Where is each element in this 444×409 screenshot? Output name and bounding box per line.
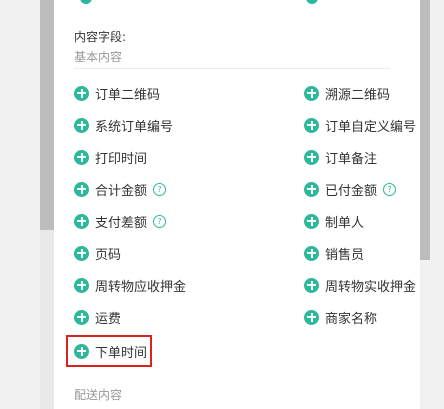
field-label: 打印时间 [95,151,148,167]
section-subtitle: 基本内容 [74,50,123,64]
field-label: 系统订单编号 [95,119,174,135]
plus-circle-icon [74,309,89,325]
plus-circle-icon [304,117,319,133]
field-deposit-receivable[interactable]: 周转物应收押金 [74,274,186,296]
plus-circle-icon [74,181,89,197]
field-merchant-name[interactable]: 商家名称 [304,306,377,328]
field-payment-diff[interactable]: 支付差额 ? [74,210,167,232]
field-label: 制单人 [325,215,365,231]
next-section-subtitle: 配送内容 [74,388,123,402]
field-order-remark[interactable]: 订单备注 [304,146,377,168]
field-paid-amount[interactable]: 已付金额 ? [304,178,397,200]
top-indicators [54,0,420,4]
plus-circle-icon [74,85,89,101]
field-label: 订单备注 [325,151,378,167]
section-title: 内容字段: [74,30,127,44]
field-label: 订单自定义编号 [325,119,417,135]
field-order-qr[interactable]: 订单二维码 [74,82,160,104]
plus-circle-icon [74,213,89,229]
field-label: 已付金额 [325,183,378,199]
field-label: 商家名称 [325,311,378,327]
field-label: 溯源二维码 [325,87,391,103]
field-label: 订单二维码 [95,87,161,103]
field-deposit-received[interactable]: 周转物实收押金 [304,274,416,296]
scrollbar-left [40,0,54,230]
field-label: 销售员 [325,247,365,263]
field-page-number[interactable]: 页码 [74,242,121,264]
plus-circle-icon [74,277,89,293]
field-panel: 内容字段: 基本内容 订单二维码 溯源二维码 系统订单编号 订单自定义编号 打印… [54,0,420,409]
plus-circle-icon [74,245,89,261]
plus-circle-icon [304,277,319,293]
section-divider [74,68,390,69]
plus-circle-icon [74,149,89,165]
plus-circle-icon [304,149,319,165]
field-label: 页码 [95,247,122,263]
field-total-amount[interactable]: 合计金额 ? [74,178,167,200]
field-label: 支付差额 [95,215,148,231]
indicator-dot [306,0,318,4]
scrollbar-right[interactable] [420,0,430,260]
highlight-box [66,335,152,367]
field-creator[interactable]: 制单人 [304,210,364,232]
field-freight[interactable]: 运费 [74,306,121,328]
plus-circle-icon [74,117,89,133]
plus-circle-icon [304,181,319,197]
field-print-time[interactable]: 打印时间 [74,146,147,168]
background-right [420,0,444,409]
plus-circle-icon [304,309,319,325]
help-icon[interactable]: ? [153,182,167,196]
field-label: 周转物应收押金 [95,279,187,295]
help-icon[interactable]: ? [383,182,397,196]
field-trace-qr[interactable]: 溯源二维码 [304,82,390,104]
background-left [0,0,54,409]
help-icon[interactable]: ? [153,214,167,228]
plus-circle-icon [304,245,319,261]
field-salesperson[interactable]: 销售员 [304,242,364,264]
plus-circle-icon [304,213,319,229]
field-label: 周转物实收押金 [325,279,417,295]
field-label: 运费 [95,311,122,327]
field-system-order-no[interactable]: 系统订单编号 [74,114,173,136]
indicator-dot [80,0,92,4]
field-label: 合计金额 [95,183,148,199]
field-custom-order-no[interactable]: 订单自定义编号 [304,114,416,136]
plus-circle-icon [304,85,319,101]
